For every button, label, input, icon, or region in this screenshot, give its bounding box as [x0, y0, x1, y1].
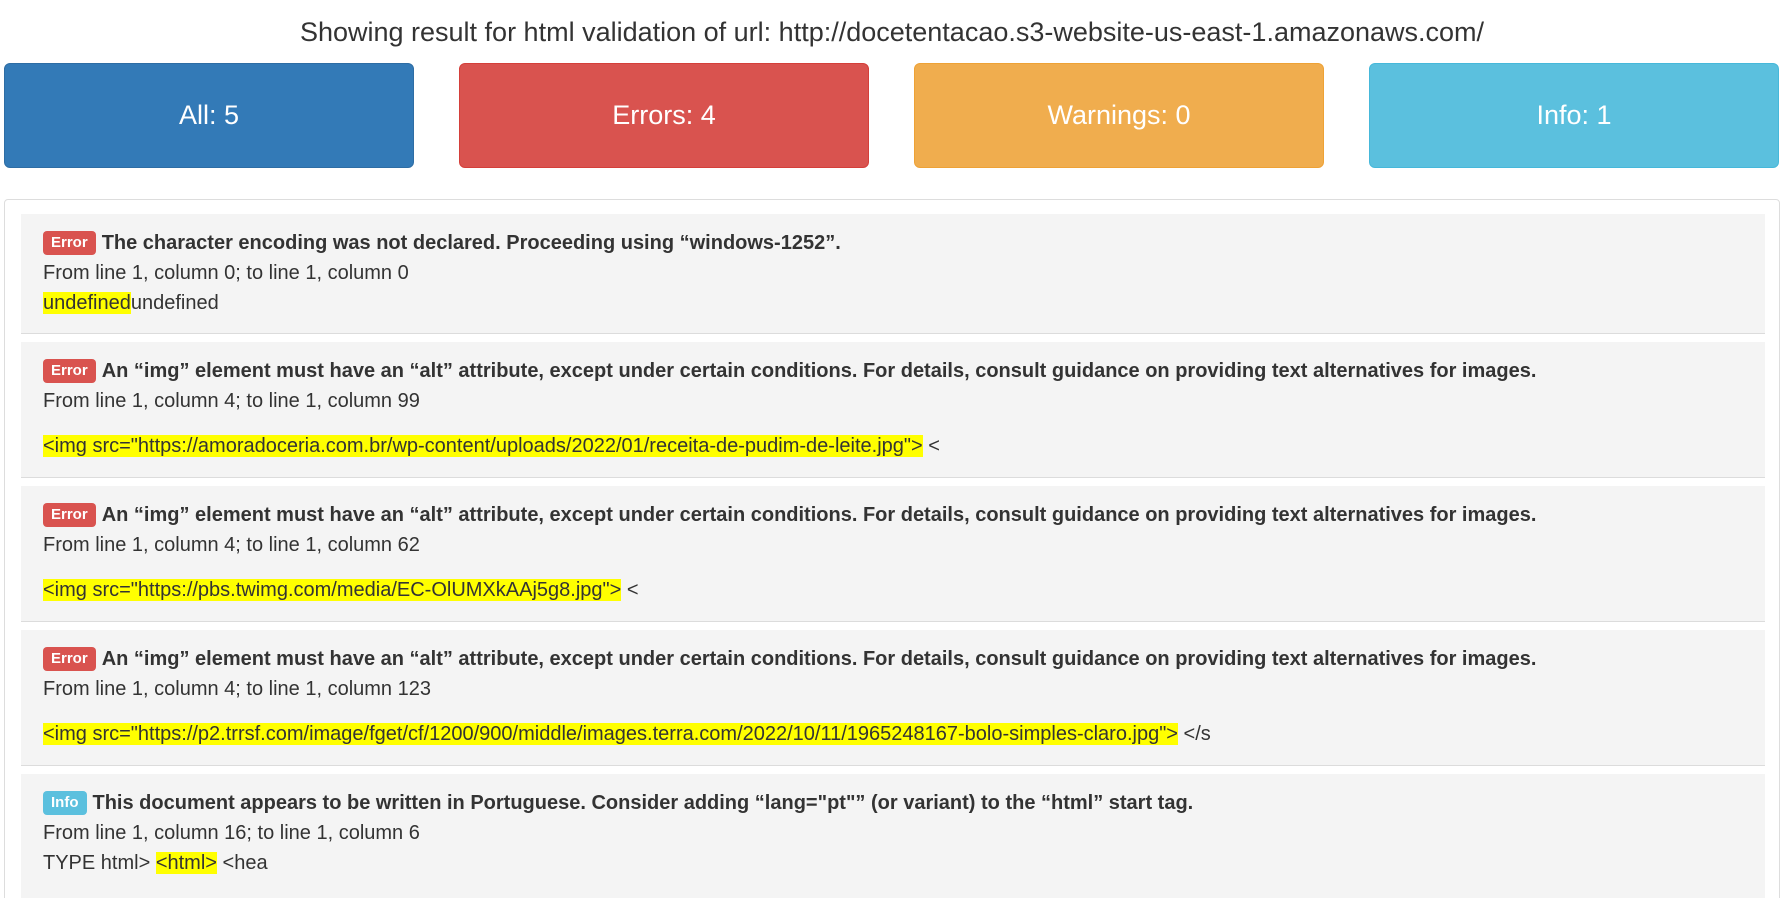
error-badge: Error — [43, 359, 96, 383]
extract-before: TYPE html> — [43, 852, 156, 874]
result-item: Error An “img” element must have an “alt”… — [21, 486, 1765, 622]
result-message-line: Error An “img” element must have an “alt”… — [43, 356, 1743, 386]
result-item: Info This document appears to be written … — [21, 774, 1765, 898]
result-message-line: Error An “img” element must have an “alt”… — [43, 500, 1743, 530]
result-extract: <img src="https://pbs.twimg.com/media/EC… — [43, 575, 1743, 605]
error-badge: Error — [43, 231, 96, 255]
filter-all-button[interactable]: All: 5 — [4, 63, 414, 168]
result-message: An “img” element must have an “alt” attr… — [101, 504, 1537, 526]
filter-info-button[interactable]: Info: 1 — [1369, 63, 1779, 168]
result-message: An “img” element must have an “alt” attr… — [101, 360, 1537, 382]
page-title: Showing result for html validation of ur… — [299, 17, 1485, 47]
result-item: Error An “img” element must have an “alt”… — [21, 342, 1765, 478]
results-panel[interactable]: Error The character encoding was not decl… — [4, 199, 1780, 898]
result-message: This document appears to be written in P… — [92, 792, 1194, 814]
extract-after: </s — [1177, 723, 1211, 745]
extract-after: undefined — [130, 292, 219, 314]
extract-highlight: <img src="https://pbs.twimg.com/media/EC… — [43, 579, 622, 601]
result-location: From line 1, column 0; to line 1, column… — [43, 262, 409, 284]
filter-warnings-button[interactable]: Warnings: 0 — [914, 63, 1324, 168]
result-item: Error The character encoding was not decl… — [21, 214, 1765, 334]
result-message-line: Error An “img” element must have an “alt”… — [43, 644, 1743, 674]
result-message-line: Info This document appears to be written … — [43, 788, 1743, 818]
error-badge: Error — [43, 503, 96, 527]
result-message: An “img” element must have an “alt” attr… — [101, 648, 1537, 670]
result-location: From line 1, column 16; to line 1, colum… — [43, 822, 420, 844]
extract-highlight: undefined — [43, 292, 131, 314]
result-location: From line 1, column 4; to line 1, column… — [43, 678, 431, 700]
result-location: From line 1, column 4; to line 1, column… — [43, 534, 420, 556]
result-item: Error An “img” element must have an “alt”… — [21, 630, 1765, 766]
info-badge: Info — [43, 791, 87, 815]
extract-after: <hea — [216, 852, 268, 874]
extract-highlight: <html> — [155, 852, 217, 874]
result-extract: <img src="https://p2.trrsf.com/image/fge… — [43, 719, 1743, 749]
result-message: The character encoding was not declared.… — [101, 232, 841, 254]
result-extract: undefinedundefined — [43, 288, 1743, 318]
extract-after: < — [922, 435, 940, 457]
error-badge: Error — [43, 647, 96, 671]
result-extract: TYPE html> <html> <hea — [43, 848, 1743, 878]
result-extract: <img src="https://amoradoceria.com.br/wp… — [43, 431, 1743, 461]
extract-after: < — [621, 579, 639, 601]
extract-highlight: <img src="https://amoradoceria.com.br/wp… — [43, 435, 923, 457]
result-location: From line 1, column 4; to line 1, column… — [43, 390, 420, 412]
result-message-line: Error The character encoding was not decl… — [43, 228, 1743, 258]
filter-errors-button[interactable]: Errors: 4 — [459, 63, 869, 168]
extract-highlight: <img src="https://p2.trrsf.com/image/fge… — [43, 723, 1178, 745]
